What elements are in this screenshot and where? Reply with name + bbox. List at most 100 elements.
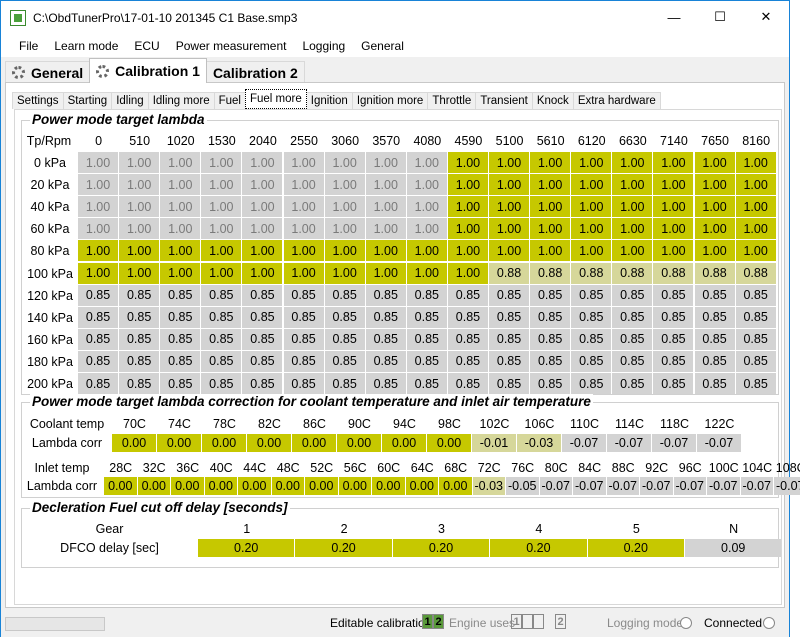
- lambda-cell[interactable]: 0.85: [530, 350, 571, 372]
- lambda-cell[interactable]: 0.85: [530, 328, 571, 350]
- lambda-cell[interactable]: 0.85: [324, 328, 365, 350]
- lambda-cell[interactable]: 1.00: [283, 152, 324, 174]
- inlet-corr-cell[interactable]: 0.00: [271, 477, 304, 495]
- dfco-delay-cell[interactable]: 0.20: [198, 539, 295, 557]
- inlet-corr-cell[interactable]: 0.00: [104, 477, 137, 495]
- coolant-corr-cell[interactable]: -0.07: [652, 434, 696, 452]
- subtab-idling[interactable]: Idling: [111, 92, 149, 109]
- lambda-cell[interactable]: 0.85: [489, 284, 530, 306]
- lambda-cell[interactable]: 1.00: [119, 174, 160, 196]
- lambda-cell[interactable]: 0.85: [242, 350, 283, 372]
- lambda-cell[interactable]: 0.85: [78, 373, 119, 395]
- lambda-cell[interactable]: 1.00: [242, 174, 283, 196]
- lambda-cell[interactable]: 1.00: [283, 174, 324, 196]
- lambda-cell[interactable]: 1.00: [283, 196, 324, 218]
- coolant-corr-cell[interactable]: 0.00: [427, 434, 471, 452]
- subtab-ignition[interactable]: Ignition: [305, 92, 353, 109]
- lambda-cell[interactable]: 0.85: [119, 306, 160, 328]
- lambda-cell[interactable]: 1.00: [447, 218, 488, 240]
- lambda-cell[interactable]: 0.85: [283, 373, 324, 395]
- lambda-cell[interactable]: 1.00: [447, 174, 488, 196]
- lambda-cell[interactable]: 1.00: [612, 152, 653, 174]
- lambda-cell[interactable]: 1.00: [489, 218, 530, 240]
- lambda-cell[interactable]: 0.85: [653, 350, 694, 372]
- coolant-corr-cell[interactable]: -0.07: [607, 434, 651, 452]
- lambda-cell[interactable]: 1.00: [119, 240, 160, 262]
- subtab-transient[interactable]: Transient: [475, 92, 533, 109]
- lambda-cell[interactable]: 1.00: [283, 262, 324, 284]
- lambda-cell[interactable]: 1.00: [119, 218, 160, 240]
- inlet-corr-cell[interactable]: 0.00: [171, 477, 204, 495]
- lambda-cell[interactable]: 1.00: [447, 152, 488, 174]
- inlet-corr-cell[interactable]: -0.07: [640, 477, 673, 495]
- lambda-cell[interactable]: 1.00: [160, 196, 201, 218]
- lambda-cell[interactable]: 1.00: [447, 196, 488, 218]
- subtab-throttle[interactable]: Throttle: [427, 92, 477, 109]
- lambda-cell[interactable]: 1.00: [694, 240, 735, 262]
- lambda-cell[interactable]: 1.00: [653, 218, 694, 240]
- lambda-cell[interactable]: 1.00: [242, 262, 283, 284]
- lambda-cell[interactable]: 1.00: [530, 196, 571, 218]
- lambda-cell[interactable]: 0.85: [160, 306, 201, 328]
- lambda-cell[interactable]: 0.88: [653, 262, 694, 284]
- lambda-cell[interactable]: 1.00: [201, 218, 242, 240]
- lambda-cell[interactable]: 0.85: [365, 350, 406, 372]
- lambda-cell[interactable]: 0.85: [242, 328, 283, 350]
- menu-power-measurement[interactable]: Power measurement: [168, 39, 295, 53]
- lambda-cell[interactable]: 0.85: [283, 284, 324, 306]
- lambda-cell[interactable]: 0.85: [365, 328, 406, 350]
- lambda-cell[interactable]: 0.85: [694, 373, 735, 395]
- lambda-cell[interactable]: 0.85: [324, 284, 365, 306]
- subtab-ignition-more[interactable]: Ignition more: [351, 92, 429, 109]
- lambda-cell[interactable]: 1.00: [283, 240, 324, 262]
- lambda-cell[interactable]: 1.00: [324, 262, 365, 284]
- lambda-cell[interactable]: 0.85: [653, 373, 694, 395]
- lambda-cell[interactable]: 0.85: [283, 328, 324, 350]
- lambda-cell[interactable]: 1.00: [571, 174, 612, 196]
- inlet-corr-cell[interactable]: -0.07: [573, 477, 606, 495]
- lambda-cell[interactable]: 0.85: [571, 284, 612, 306]
- lambda-cell[interactable]: 0.85: [612, 328, 653, 350]
- subtab-settings[interactable]: Settings: [12, 92, 64, 109]
- lambda-cell[interactable]: 1.00: [365, 262, 406, 284]
- lambda-cell[interactable]: 0.85: [489, 373, 530, 395]
- lambda-cell[interactable]: 1.00: [447, 240, 488, 262]
- lambda-cell[interactable]: 1.00: [78, 196, 119, 218]
- lambda-cell[interactable]: 0.85: [78, 328, 119, 350]
- lambda-cell[interactable]: 0.85: [694, 306, 735, 328]
- inlet-corr-cell[interactable]: -0.05: [506, 477, 539, 495]
- lambda-cell[interactable]: 0.85: [571, 306, 612, 328]
- lambda-cell[interactable]: 0.85: [160, 350, 201, 372]
- lambda-cell[interactable]: 0.85: [694, 350, 735, 372]
- lambda-cell[interactable]: 0.88: [530, 262, 571, 284]
- subtab-idling-more[interactable]: Idling more: [147, 92, 215, 109]
- lambda-cell[interactable]: 0.85: [735, 306, 776, 328]
- inlet-corr-cell[interactable]: 0.00: [338, 477, 371, 495]
- lambda-cell[interactable]: 1.00: [612, 196, 653, 218]
- lambda-cell[interactable]: 1.00: [735, 240, 776, 262]
- lambda-cell[interactable]: 0.85: [119, 373, 160, 395]
- lambda-cell[interactable]: 1.00: [406, 218, 447, 240]
- subtab-extra-hardware[interactable]: Extra hardware: [572, 92, 661, 109]
- dfco-delay-cell[interactable]: 0.20: [587, 539, 684, 557]
- lambda-cell[interactable]: 0.85: [612, 284, 653, 306]
- lambda-cell[interactable]: 1.00: [119, 196, 160, 218]
- coolant-corr-cell[interactable]: 0.00: [202, 434, 246, 452]
- lambda-cell[interactable]: 1.00: [324, 218, 365, 240]
- lambda-cell[interactable]: 1.00: [735, 218, 776, 240]
- lambda-cell[interactable]: 1.00: [406, 262, 447, 284]
- lambda-cell[interactable]: 1.00: [530, 218, 571, 240]
- lambda-cell[interactable]: 0.85: [119, 350, 160, 372]
- inlet-corr-cell[interactable]: 0.00: [238, 477, 271, 495]
- inlet-corr-cell[interactable]: 0.00: [372, 477, 405, 495]
- lambda-cell[interactable]: 1.00: [324, 152, 365, 174]
- lambda-cell[interactable]: 1.00: [365, 152, 406, 174]
- lambda-cell[interactable]: 0.85: [242, 306, 283, 328]
- lambda-cell[interactable]: 0.85: [365, 373, 406, 395]
- menu-learn-mode[interactable]: Learn mode: [46, 39, 126, 53]
- coolant-corr-cell[interactable]: 0.00: [292, 434, 336, 452]
- lambda-cell[interactable]: 0.85: [653, 306, 694, 328]
- lambda-cell[interactable]: 0.85: [201, 373, 242, 395]
- lambda-cell[interactable]: 1.00: [489, 196, 530, 218]
- lambda-cell[interactable]: 1.00: [530, 152, 571, 174]
